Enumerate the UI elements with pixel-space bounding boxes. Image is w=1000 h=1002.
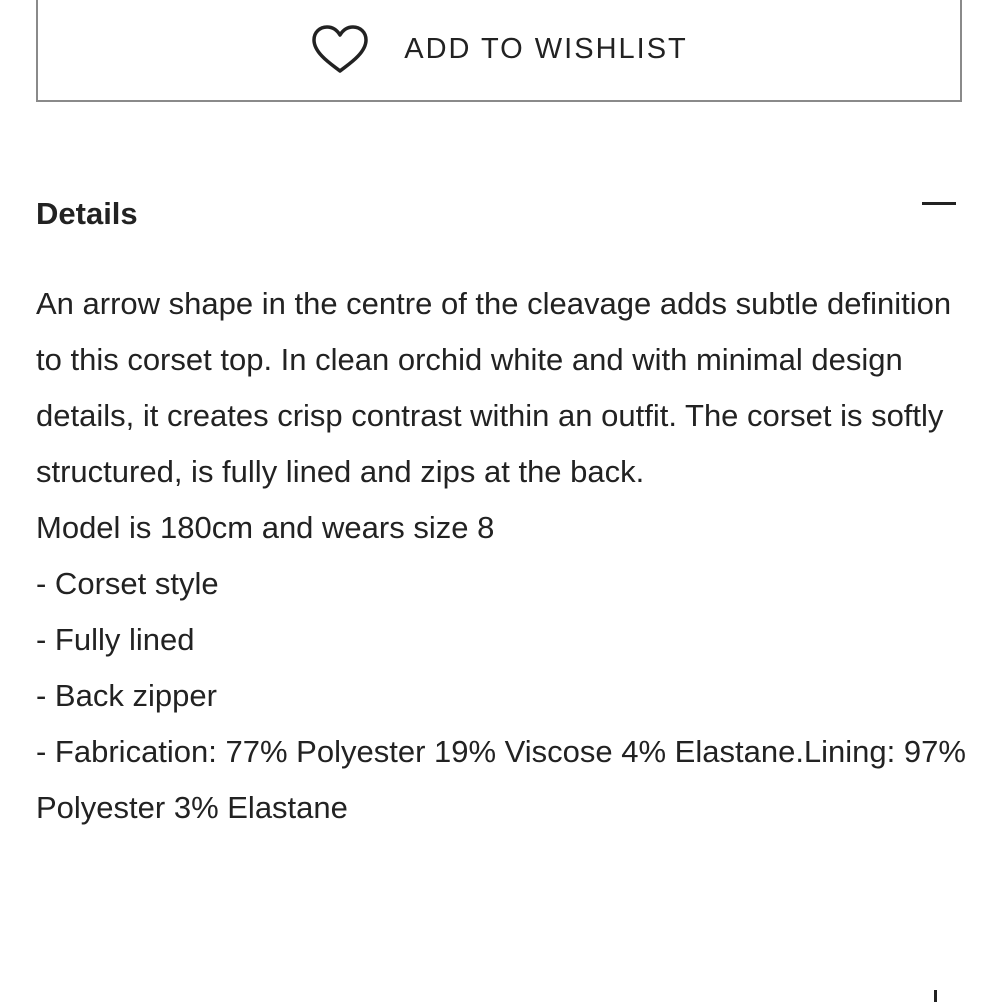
feature-item: - Fabrication: 77% Polyester 19% Viscose… xyxy=(36,734,966,825)
model-info: Model is 180cm and wears size 8 xyxy=(36,510,495,545)
details-accordion-header[interactable]: Details xyxy=(36,188,956,248)
next-section-edge xyxy=(934,990,937,1002)
details-title: Details xyxy=(36,196,138,231)
add-to-wishlist-button[interactable]: ADD TO WISHLIST xyxy=(36,0,962,102)
feature-item: - Back zipper xyxy=(36,678,217,713)
feature-item: - Corset style xyxy=(36,566,219,601)
heart-icon xyxy=(312,25,368,73)
feature-item: - Fully lined xyxy=(36,622,195,657)
minus-icon[interactable] xyxy=(922,202,956,205)
product-description: An arrow shape in the centre of the clea… xyxy=(36,286,952,489)
details-content: An arrow shape in the centre of the clea… xyxy=(36,276,966,836)
wishlist-label: ADD TO WISHLIST xyxy=(404,32,688,65)
